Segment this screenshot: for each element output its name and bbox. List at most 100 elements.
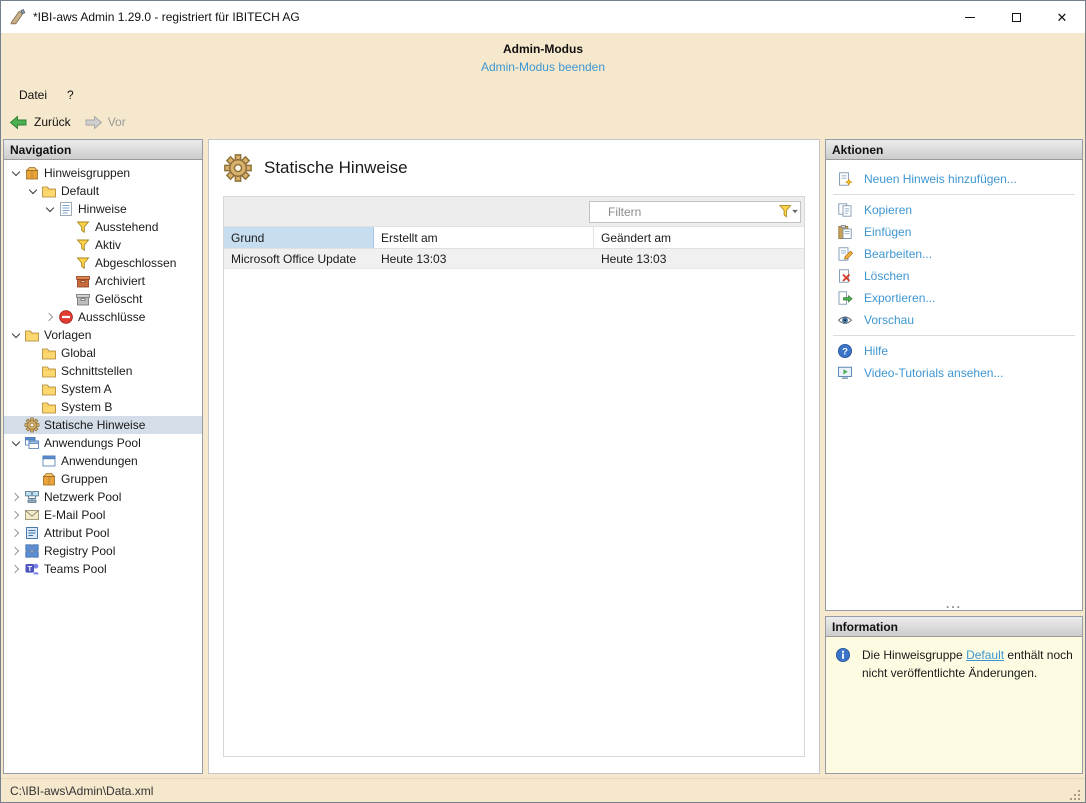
tree-item-gruppen[interactable]: Gruppen (4, 470, 202, 488)
forward-button[interactable]: Vor (83, 115, 126, 130)
info-icon (835, 647, 851, 663)
action-label[interactable]: Löschen (864, 269, 909, 283)
tree-item-label: Statische Hinweise (44, 418, 151, 432)
actions-panel: Aktionen Neuen Hinweis hinzufügen...Kopi… (825, 139, 1083, 611)
tree-item-netzwerk-pool[interactable]: Netzwerk Pool (4, 488, 202, 506)
edit-icon (837, 246, 853, 262)
tree-item-aktiv[interactable]: Aktiv (4, 236, 202, 254)
tree-item-registry-pool[interactable]: Registry Pool (4, 542, 202, 560)
menu-datei[interactable]: Datei (11, 86, 55, 104)
maximize-button[interactable] (993, 1, 1039, 33)
tree-item-teams-pool[interactable]: TTeams Pool (4, 560, 202, 578)
tree-item-abgeschlossen[interactable]: Abgeschlossen (4, 254, 202, 272)
menu-help[interactable]: ? (59, 86, 82, 104)
action-label[interactable]: Kopieren (864, 203, 912, 217)
app-icon (9, 8, 27, 26)
tree-item-archiviert[interactable]: Archiviert (4, 272, 202, 290)
right-column: Aktionen Neuen Hinweis hinzufügen...Kopi… (825, 139, 1083, 774)
column-header-erstellt-am[interactable]: Erstellt am (374, 227, 594, 248)
twisty-spacer (59, 256, 74, 271)
chevron-right-icon[interactable] (8, 562, 23, 577)
twisty-spacer (59, 292, 74, 307)
paste-icon (837, 224, 853, 240)
action-exportieren[interactable]: Exportieren... (826, 287, 1082, 309)
chevron-down-icon[interactable] (42, 202, 57, 217)
admin-mode-banner: Admin-Modus Admin-Modus beenden (1, 33, 1085, 83)
action-label[interactable]: Bearbeiten... (864, 247, 932, 261)
resize-grip-icon[interactable] (1068, 788, 1082, 802)
back-button[interactable]: Zurück (9, 115, 71, 130)
twisty-spacer (59, 220, 74, 235)
action-neuen-hinweis-hinzufuegen[interactable]: Neuen Hinweis hinzufügen... (826, 168, 1082, 190)
tree-item-label: Ausschlüsse (78, 310, 151, 324)
action-bearbeiten[interactable]: Bearbeiten... (826, 243, 1082, 265)
close-button[interactable]: ✕ (1039, 1, 1085, 33)
chevron-right-icon[interactable] (8, 526, 23, 541)
tree-item-ausschluesse[interactable]: Ausschlüsse (4, 308, 202, 326)
tree-item-label: Archiviert (95, 274, 151, 288)
admin-mode-exit-link[interactable]: Admin-Modus beenden (481, 60, 605, 74)
tree-item-attribut-pool[interactable]: Attribut Pool (4, 524, 202, 542)
page-title: Statische Hinweise (264, 158, 408, 178)
tree-item-system-b[interactable]: System B (4, 398, 202, 416)
twisty-spacer (25, 346, 40, 361)
filter-input[interactable] (590, 205, 778, 219)
tree-item-vorlagen[interactable]: Vorlagen (4, 326, 202, 344)
chevron-down-icon[interactable] (8, 166, 23, 181)
action-video-tutorials-ansehen[interactable]: Video-Tutorials ansehen... (826, 362, 1082, 384)
action-label[interactable]: Video-Tutorials ansehen... (864, 366, 1003, 380)
tree-item-system-a[interactable]: System A (4, 380, 202, 398)
action-einfuegen[interactable]: Einfügen (826, 221, 1082, 243)
chevron-right-icon[interactable] (8, 544, 23, 559)
package-icon (41, 471, 57, 487)
action-label[interactable]: Exportieren... (864, 291, 935, 305)
tree-item-global[interactable]: Global (4, 344, 202, 362)
filter-funnel-icon[interactable] (778, 204, 800, 220)
chevron-right-icon[interactable] (42, 310, 57, 325)
tree-item-label: Gelöscht (95, 292, 148, 306)
actions-overflow[interactable]: ... (826, 599, 1082, 610)
column-header-grund[interactable]: Grund (224, 227, 374, 248)
attribute-icon (24, 525, 40, 541)
action-label[interactable]: Vorschau (864, 313, 914, 327)
action-label[interactable]: Neuen Hinweis hinzufügen... (864, 172, 1017, 186)
chevron-right-icon[interactable] (8, 490, 23, 505)
action-kopieren[interactable]: Kopieren (826, 199, 1082, 221)
tree-item-ausstehend[interactable]: Ausstehend (4, 218, 202, 236)
tree-item-schnittstellen[interactable]: Schnittstellen (4, 362, 202, 380)
tree-item-e-mail-pool[interactable]: E-Mail Pool (4, 506, 202, 524)
minimize-icon (965, 17, 975, 18)
folder-icon (41, 381, 57, 397)
chevron-down-icon[interactable] (8, 436, 23, 451)
action-label[interactable]: Hilfe (864, 344, 888, 358)
copy-icon (837, 202, 853, 218)
tree-item-label: Aktiv (95, 238, 127, 252)
window-controls: ✕ (947, 1, 1085, 33)
action-vorschau[interactable]: Vorschau (826, 309, 1082, 331)
chevron-down-icon[interactable] (8, 328, 23, 343)
twisty-spacer (25, 472, 40, 487)
action-hilfe[interactable]: ?Hilfe (826, 340, 1082, 362)
default-group-link[interactable]: Default (966, 648, 1004, 662)
chevron-down-icon[interactable] (25, 184, 40, 199)
gear-icon (223, 153, 253, 183)
chevron-right-icon[interactable] (8, 508, 23, 523)
minimize-button[interactable] (947, 1, 993, 33)
tree-item-geloescht[interactable]: Gelöscht (4, 290, 202, 308)
tree-item-anwendungen[interactable]: Anwendungen (4, 452, 202, 470)
tree-item-label: Hinweisgruppen (44, 166, 136, 180)
tree-item-hinweisgruppen[interactable]: Hinweisgruppen (4, 164, 202, 182)
table-row[interactable]: Microsoft Office UpdateHeute 13:03Heute … (224, 249, 804, 269)
title-bar: *IBI-aws Admin 1.29.0 - registriert für … (1, 1, 1085, 33)
tree-item-label: Hinweise (78, 202, 133, 216)
information-text-before: Die Hinweisgruppe (862, 648, 966, 662)
action-label[interactable]: Einfügen (864, 225, 911, 239)
tree-item-anwendungs-pool[interactable]: Anwendungs Pool (4, 434, 202, 452)
tree-item-statische-hinweise[interactable]: Statische Hinweise (4, 416, 202, 434)
action-loeschen[interactable]: Löschen (826, 265, 1082, 287)
toolbar: Zurück Vor (1, 107, 1085, 137)
tree-item-default[interactable]: Default (4, 182, 202, 200)
column-header-geaendert-am[interactable]: Geändert am (594, 227, 804, 248)
tree-item-hinweise[interactable]: Hinweise (4, 200, 202, 218)
maximize-icon (1012, 13, 1021, 22)
